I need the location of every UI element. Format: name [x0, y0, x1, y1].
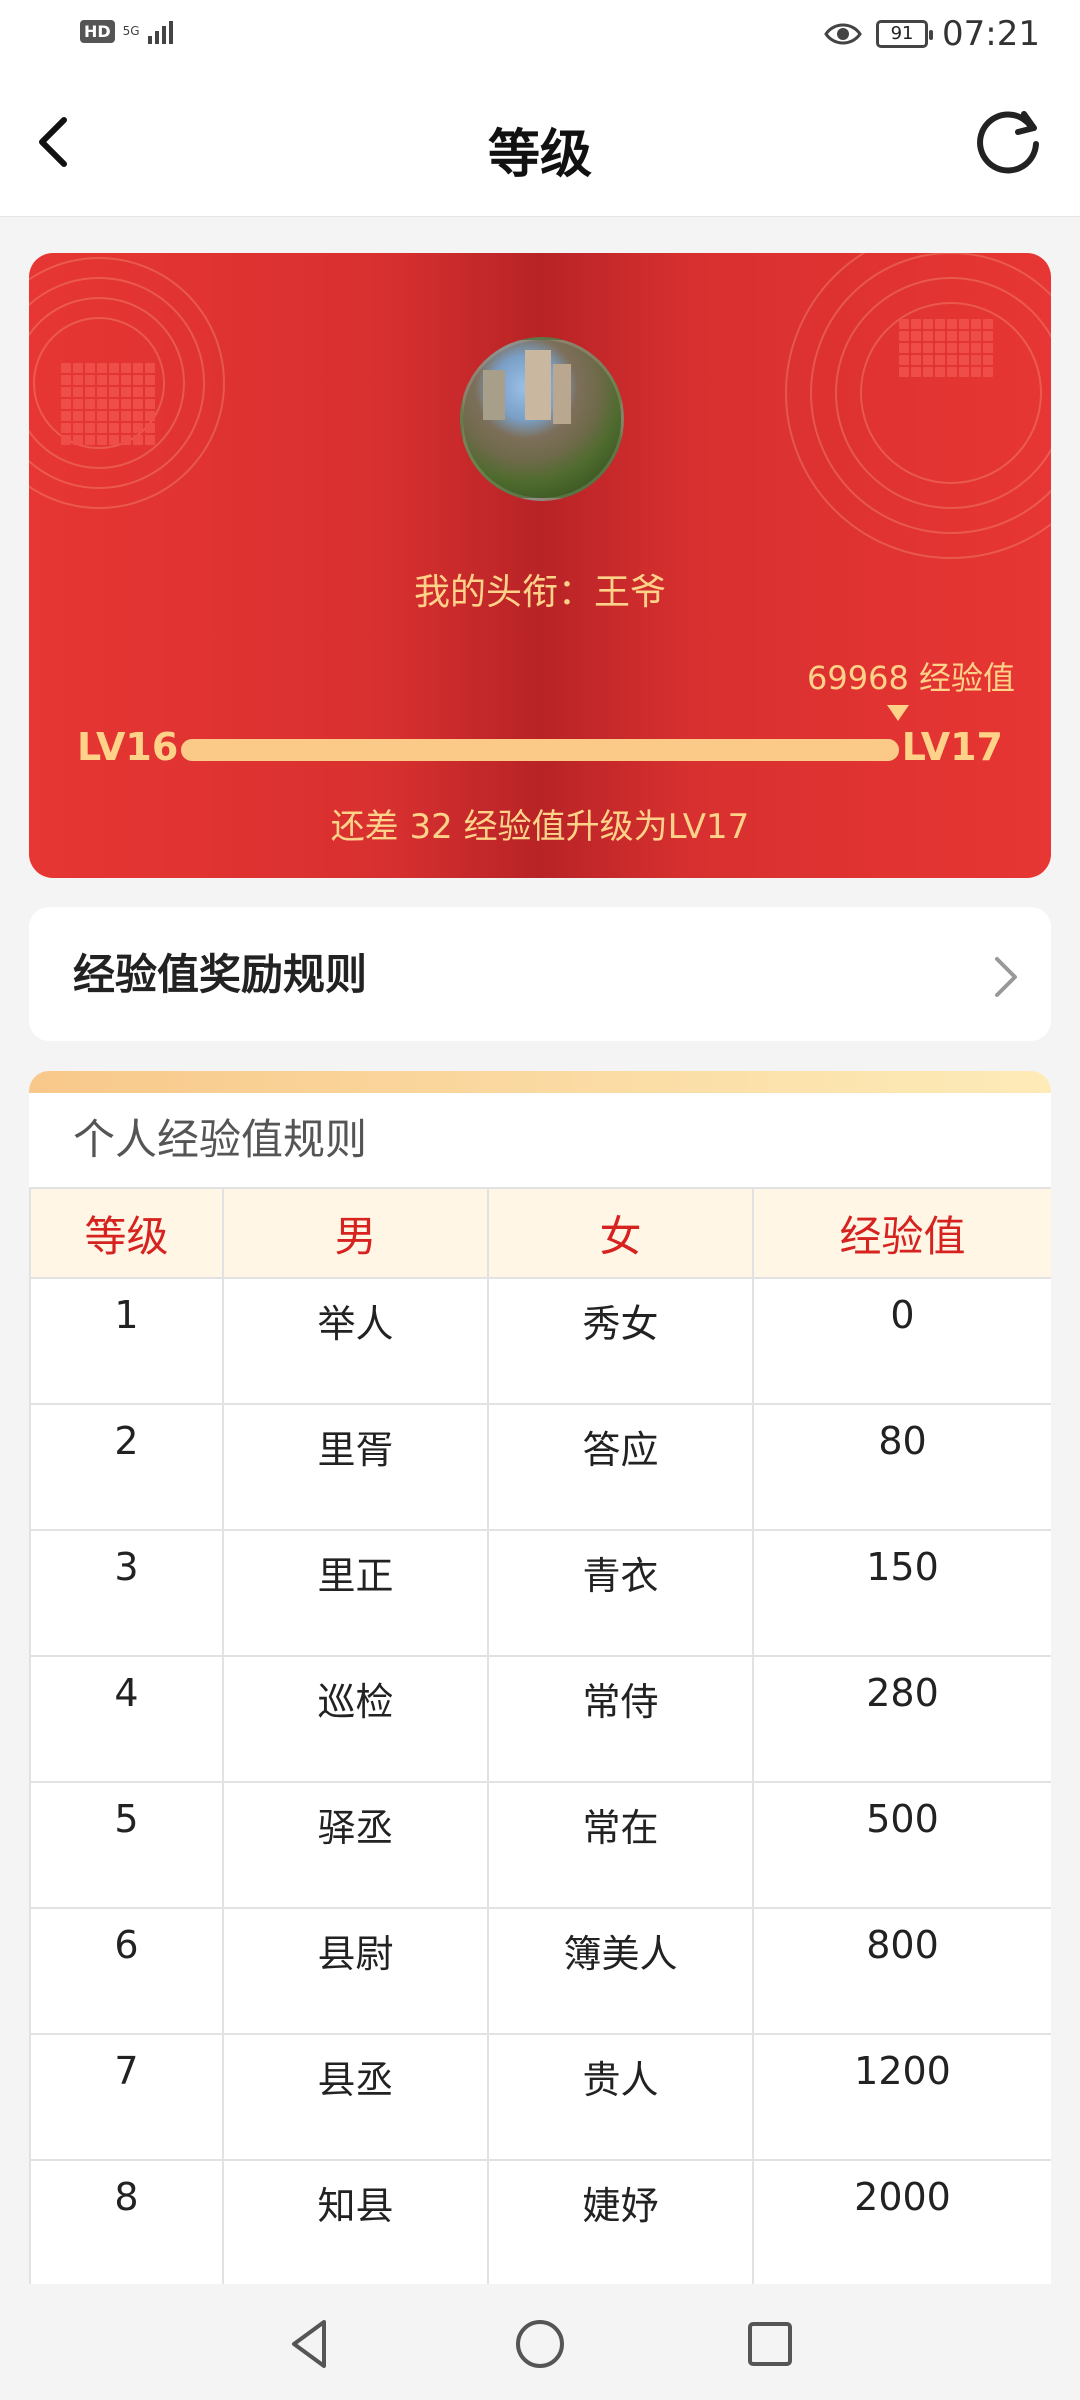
- table-cell: 簿美人: [487, 1907, 754, 2035]
- next-level-label: LV17: [901, 725, 1003, 769]
- home-circle-icon[interactable]: [510, 2314, 570, 2374]
- table-row: 7 县丞 贵人 1200: [29, 2033, 1051, 2161]
- table-cell: 青衣: [487, 1529, 754, 1657]
- column-header: 男: [222, 1187, 489, 1279]
- table-cell: 贵人: [487, 2033, 754, 2161]
- table-row: 8 知县 婕妤 2000: [29, 2159, 1051, 2284]
- table-cell: 280: [752, 1655, 1051, 1783]
- decorative-rings-right: [785, 253, 1051, 559]
- table-cell: 0: [752, 1277, 1051, 1405]
- signal-indicator: 5G: [123, 25, 140, 37]
- table-row: 6 县尉 簿美人 800: [29, 1907, 1051, 2035]
- current-exp: 69968 经验值: [807, 659, 1015, 697]
- table-row: 3 里正 青衣 150: [29, 1529, 1051, 1657]
- table-cell: 3: [29, 1529, 224, 1657]
- table-header-row: 等级 男 女 经验值: [29, 1187, 1051, 1279]
- table-cell: 1200: [752, 2033, 1051, 2161]
- table-cell: 2000: [752, 2159, 1051, 2284]
- progress-fill: [181, 739, 899, 761]
- status-bar: HD 5G 91 07:21: [0, 0, 1080, 72]
- table-cell: 8: [29, 2159, 224, 2284]
- exp-needed-text: 还差 32 经验值升级为LV17: [330, 807, 750, 847]
- table-cell: 500: [752, 1781, 1051, 1909]
- table-cell: 常侍: [487, 1655, 754, 1783]
- hd-badge: HD: [80, 19, 115, 43]
- recents-square-icon[interactable]: [740, 2314, 800, 2374]
- table-cell: 2: [29, 1403, 224, 1531]
- column-header: 等级: [29, 1187, 224, 1279]
- table-cell: 常在: [487, 1781, 754, 1909]
- progress-marker-icon: [887, 705, 909, 721]
- column-header: 经验值: [752, 1187, 1051, 1279]
- top-app-bar: 等级: [0, 72, 1080, 217]
- table-cell: 1: [29, 1277, 224, 1405]
- table-cell: 县丞: [222, 2033, 489, 2161]
- table-row: 5 驿丞 常在 500: [29, 1781, 1051, 1909]
- eye-comfort-icon: [824, 23, 862, 45]
- table-cell: 7: [29, 2033, 224, 2161]
- system-nav-bar: [0, 2284, 1080, 2400]
- table-cell: 答应: [487, 1403, 754, 1531]
- table-accent-bar: [29, 1071, 1051, 1093]
- level-card: 我的头衔：王爷 69968 经验值 LV16 LV17 还差 32 经验值升级为…: [29, 253, 1051, 878]
- table-cell: 里胥: [222, 1403, 489, 1531]
- user-title: 我的头衔：王爷: [413, 572, 666, 613]
- table-cell: 里正: [222, 1529, 489, 1657]
- table-cell: 举人: [222, 1277, 489, 1405]
- table-cell: 县尉: [222, 1907, 489, 2035]
- dot-pattern-right: [899, 319, 993, 377]
- clock: 07:21: [942, 14, 1040, 54]
- page-title: 等级: [487, 125, 592, 185]
- chevron-right-icon: [995, 957, 1017, 997]
- status-right: 91 07:21: [824, 14, 1040, 54]
- table-cell: 巡检: [222, 1655, 489, 1783]
- table-cell: 秀女: [487, 1277, 754, 1405]
- table-row: 4 巡检 常侍 280: [29, 1655, 1051, 1783]
- table-cell: 驿丞: [222, 1781, 489, 1909]
- table-cell: 5: [29, 1781, 224, 1909]
- refresh-icon[interactable]: [974, 106, 1044, 176]
- table-section-title: 个人经验值规则: [73, 1115, 368, 1164]
- signal-bars-icon: [147, 18, 173, 44]
- network-type-label: 5G: [122, 24, 140, 38]
- table-cell: 婕妤: [487, 2159, 754, 2284]
- avatar[interactable]: [460, 337, 624, 501]
- table-row: 2 里胥 答应 80: [29, 1403, 1051, 1531]
- exp-rules-link[interactable]: 经验值奖励规则: [29, 907, 1051, 1041]
- exp-rules-table: 等级 男 女 经验值 1 举人 秀女 0 2 里胥 答应 80 3 里正 青衣 …: [29, 1187, 1051, 2284]
- table-cell: 80: [752, 1403, 1051, 1531]
- exp-rules-label: 经验值奖励规则: [73, 950, 368, 999]
- current-level-label: LV16: [77, 725, 179, 769]
- table-row: 1 举人 秀女 0: [29, 1277, 1051, 1405]
- table-cell: 4: [29, 1655, 224, 1783]
- exp-rules-table-card: 个人经验值规则 等级 男 女 经验值 1 举人 秀女 0 2 里胥 答应 80 …: [29, 1071, 1051, 2284]
- status-left: HD 5G: [80, 18, 173, 44]
- table-cell: 6: [29, 1907, 224, 2035]
- table-cell: 150: [752, 1529, 1051, 1657]
- back-triangle-icon[interactable]: [280, 2314, 340, 2374]
- dot-pattern-left: [61, 363, 155, 445]
- column-header: 女: [487, 1187, 754, 1279]
- battery-icon: 91: [876, 20, 934, 48]
- table-cell: 800: [752, 1907, 1051, 2035]
- table-cell: 知县: [222, 2159, 489, 2284]
